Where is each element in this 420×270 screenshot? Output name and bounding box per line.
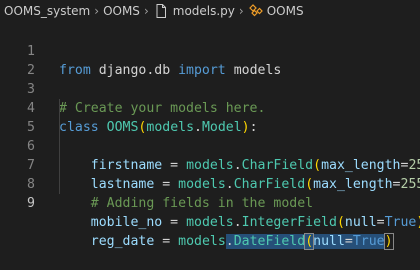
function-name: IntegerField (242, 215, 337, 230)
chevron-right-icon: › (144, 4, 149, 18)
chevron-right-icon: › (239, 4, 244, 18)
code-line[interactable]: 4 class OOMS(models.Model): (0, 80, 420, 99)
line-number: 9 (0, 194, 35, 213)
class-symbol-icon (248, 3, 264, 19)
code-line[interactable]: 6 lastname = models.CharField(max_length… (0, 118, 420, 137)
bracket-highlighted: ) (385, 234, 393, 249)
indent-guide (59, 137, 60, 156)
variable: mobile_no (91, 215, 162, 230)
operator: = (162, 215, 186, 230)
operator: = (154, 234, 178, 249)
indent-guide (59, 118, 60, 137)
code-editor[interactable]: 1 from django.db import models 2 3 # Cre… (0, 23, 420, 194)
code-line[interactable]: 1 from django.db import models (0, 23, 420, 42)
breadcrumb-file[interactable]: models.py (153, 3, 235, 19)
bracket: ( (337, 215, 345, 230)
operator: = (377, 215, 385, 230)
boolean-value: True (385, 215, 417, 230)
code-line[interactable]: 8 mobile_no = models.IntegerField(null=T… (0, 156, 420, 175)
breadcrumb-subfolder[interactable]: OOMS (103, 4, 140, 18)
code-line[interactable]: 3 # Create your models here. (0, 61, 420, 80)
code-line[interactable]: 7 # Adding fields in the model (0, 137, 420, 156)
boolean-value: True (353, 234, 385, 249)
argument: null (345, 215, 377, 230)
module-name: models (178, 234, 226, 249)
breadcrumb-symbol[interactable]: OOMS (248, 3, 304, 19)
indent-guide (59, 156, 60, 175)
operator: = (345, 234, 353, 249)
indent-guide (59, 175, 60, 194)
breadcrumb-file-label: models.py (173, 4, 235, 18)
breadcrumb: OOMS_system › OOMS › models.py › OOMS (0, 0, 420, 22)
selected-function-name: DateField (234, 234, 305, 249)
code-line[interactable]: 2 (0, 42, 420, 61)
file-icon (153, 3, 169, 19)
bracket-highlighted: ( (305, 234, 313, 249)
argument: null (313, 234, 345, 249)
code-line[interactable]: 5 firstname = models.CharField(max_lengt… (0, 99, 420, 118)
breadcrumb-symbol-label: OOMS (267, 4, 304, 18)
code-line-active[interactable]: 9 reg_date = models.DateField(null=True) (0, 175, 420, 194)
variable: reg_date (91, 234, 155, 249)
module-name: models (186, 215, 234, 230)
selected-text: . (226, 234, 234, 249)
breadcrumb-folder[interactable]: OOMS_system (4, 4, 90, 18)
bracket: ) (416, 215, 420, 230)
comment: # Adding fields in the model (91, 196, 313, 211)
chevron-right-icon: › (94, 4, 99, 18)
dot: . (234, 215, 242, 230)
indent-guide (59, 99, 60, 118)
